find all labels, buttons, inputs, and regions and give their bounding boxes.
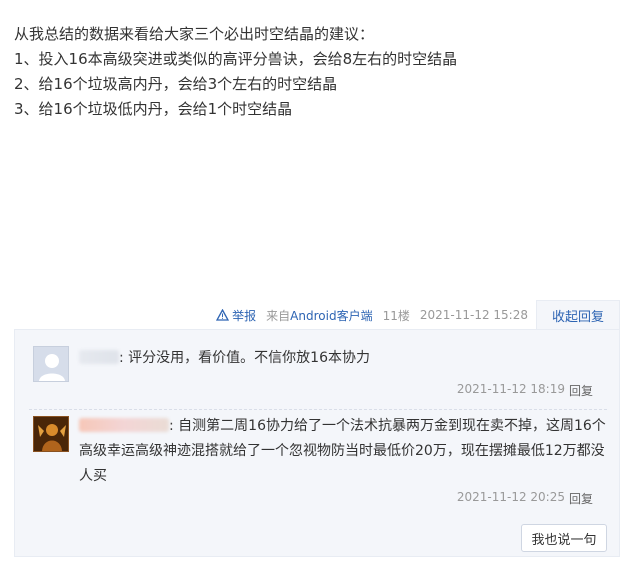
reply-area: : 评分没用，看价值。不信你放16本协力 2021-11-12 18:19 回复… [14,329,620,557]
avatar[interactable] [33,346,69,382]
username-blurred[interactable] [79,350,119,364]
say-something-button[interactable]: 我也说一句 [521,524,607,552]
post-line: 3、给16个垃圾低内丹，会给1个时空结晶 [14,100,293,118]
reply-button[interactable]: 回复 [569,490,593,507]
reply-content: : 自测第二周16协力给了一个法术抗暴两万金到现在卖不掉，这周16个高级幸运高级… [79,414,607,489]
reply-item: : 自测第二周16协力给了一个法术抗暴两万金到现在卖不掉，这周16个高级幸运高级… [29,409,607,507]
source-prefix: 来自 [266,308,291,323]
reply-footer: 2021-11-12 20:25 回复 [457,490,593,507]
default-avatar-icon [34,347,68,381]
post-line: 2、给16个垃圾高内丹，会给3个左右的时空结晶 [14,75,338,93]
floor-number: 11楼 [382,308,410,323]
reply-button[interactable]: 回复 [569,382,593,399]
warning-icon [216,309,230,321]
reply-time: 2021-11-12 20:25 [456,490,565,504]
report-label: 举报 [232,308,257,323]
character-avatar-icon [34,417,68,451]
reply-item: : 评分没用，看价值。不信你放16本协力 2021-11-12 18:19 回复 [29,340,607,400]
avatar[interactable] [33,416,69,452]
reply-content: : 评分没用，看价值。不信你放16本协力 [79,346,607,371]
reply-time: 2021-11-12 18:19 [456,382,565,396]
reply-text: : 评分没用，看价值。不信你放16本协力 [119,350,370,366]
source-client-link[interactable]: Android客户端 [290,309,372,323]
post-timestamp: 2021-11-12 15:28 [419,308,528,322]
post-line: 1、投入16本高级突进或类似的高评分兽诀，会给8左右的时空结晶 [14,50,458,68]
post-line: 从我总结的数据来看给大家三个必出时空结晶的建议： [14,25,375,43]
reply-footer: 2021-11-12 18:19 回复 [457,382,593,399]
post-body: 从我总结的数据来看给大家三个必出时空结晶的建议： 1、投入16本高级突进或类似的… [14,22,624,122]
report-link[interactable]: 举报 [216,307,256,324]
source-info: 来自Android客户端 [266,307,372,324]
collapse-replies-button[interactable]: 收起回复 [536,300,620,330]
post-meta: 举报 来自Android客户端 11楼 2021-11-12 15:28 [0,302,536,328]
username-blurred[interactable] [79,418,169,432]
